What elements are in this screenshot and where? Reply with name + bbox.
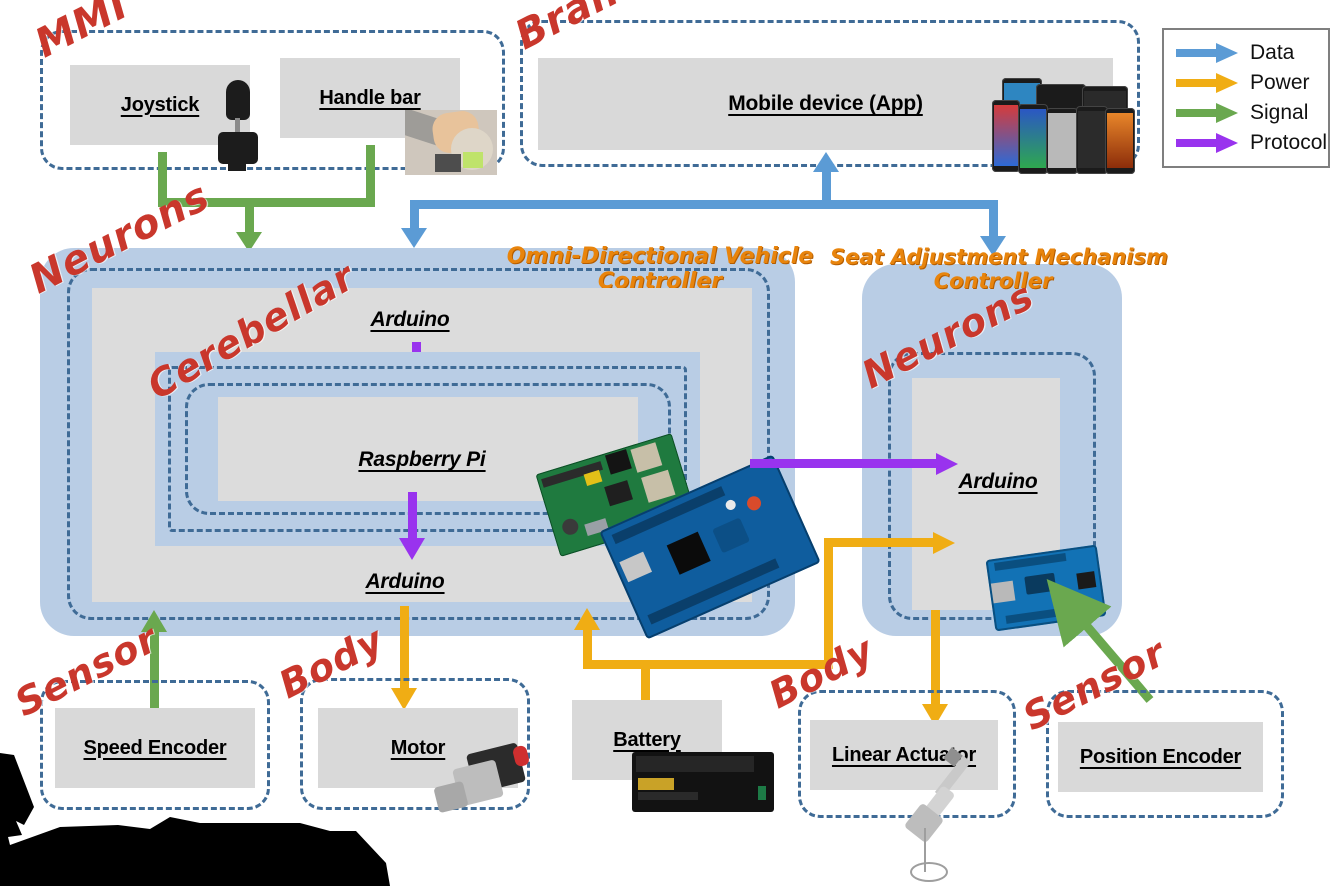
data-vehicle-arrowhead — [401, 228, 427, 248]
power-seat-arrowhead — [933, 532, 955, 554]
node-mobile-device-label: Mobile device (App) — [728, 92, 923, 115]
linear-actuator-image — [903, 747, 1048, 882]
data-mobile-arrowhead — [813, 152, 839, 172]
node-position-encoder[interactable]: Position Encoder — [1058, 722, 1263, 792]
battery-image — [632, 752, 774, 812]
title-vehicle-line1: Omni-Directional Vehicle — [506, 244, 814, 269]
node-battery-label: Battery — [613, 728, 681, 751]
diagram-canvas: MMI Joystick Handle bar Brain Mobile dev… — [0, 0, 1338, 886]
legend-row-data: Data — [1176, 38, 1314, 68]
power-arrow-icon — [1176, 73, 1238, 93]
node-arduino-top-label: Arduino — [370, 308, 450, 331]
power-vehicle-arrowhead — [574, 608, 600, 630]
signal-vehicle-drop — [245, 198, 254, 236]
signal-handlebar-riser — [366, 145, 375, 206]
legend-row-signal: Signal — [1176, 98, 1314, 128]
node-position-encoder-label: Position Encoder — [1079, 745, 1242, 768]
protocol-cross-arrowhead — [936, 453, 958, 475]
node-raspberry-pi-label: Raspberry Pi — [358, 448, 486, 471]
power-seat-horizontal — [824, 538, 939, 547]
legend-label-power: Power — [1250, 71, 1310, 94]
data-seat-drop — [989, 200, 998, 240]
mobile-devices-image — [992, 78, 1137, 174]
data-arrow-icon — [1176, 43, 1238, 63]
legend-label-signal: Signal — [1250, 101, 1309, 124]
protocol-arrow-icon — [1176, 133, 1238, 153]
legend-panel: Data Power Signal Protocol — [1162, 28, 1330, 168]
motor-image — [432, 742, 548, 814]
joystick-image — [212, 80, 260, 176]
node-arduino-bottom[interactable]: Arduino — [295, 562, 515, 602]
protocol-bottom-arrowhead — [399, 538, 425, 560]
legend-row-power: Power — [1176, 68, 1314, 98]
power-vehicle-riser — [583, 626, 592, 666]
legend-label-data: Data — [1250, 41, 1295, 64]
node-raspberry-pi[interactable]: Raspberry Pi — [312, 440, 532, 480]
data-split-bar — [410, 200, 998, 209]
legend-row-protocol: Protocol — [1176, 128, 1327, 158]
protocol-bottom-shaft — [408, 492, 417, 544]
node-arduino-seat-label: Arduino — [958, 470, 1038, 493]
handle-bar-image — [405, 110, 497, 175]
protocol-cross-shaft — [750, 459, 942, 468]
node-arduino-bottom-label: Arduino — [365, 570, 445, 593]
node-handle-bar-label: Handle bar — [319, 86, 421, 109]
title-seat-controller: Seat Adjustment Mechanism Controller — [830, 245, 1168, 293]
title-seat-line1: Seat Adjustment Mechanism — [830, 245, 1168, 269]
signal-arrow-icon — [1176, 103, 1238, 123]
image-artifact-blob — [0, 753, 390, 886]
legend-label-protocol: Protocol — [1250, 131, 1328, 154]
node-joystick-label: Joystick — [120, 93, 200, 116]
